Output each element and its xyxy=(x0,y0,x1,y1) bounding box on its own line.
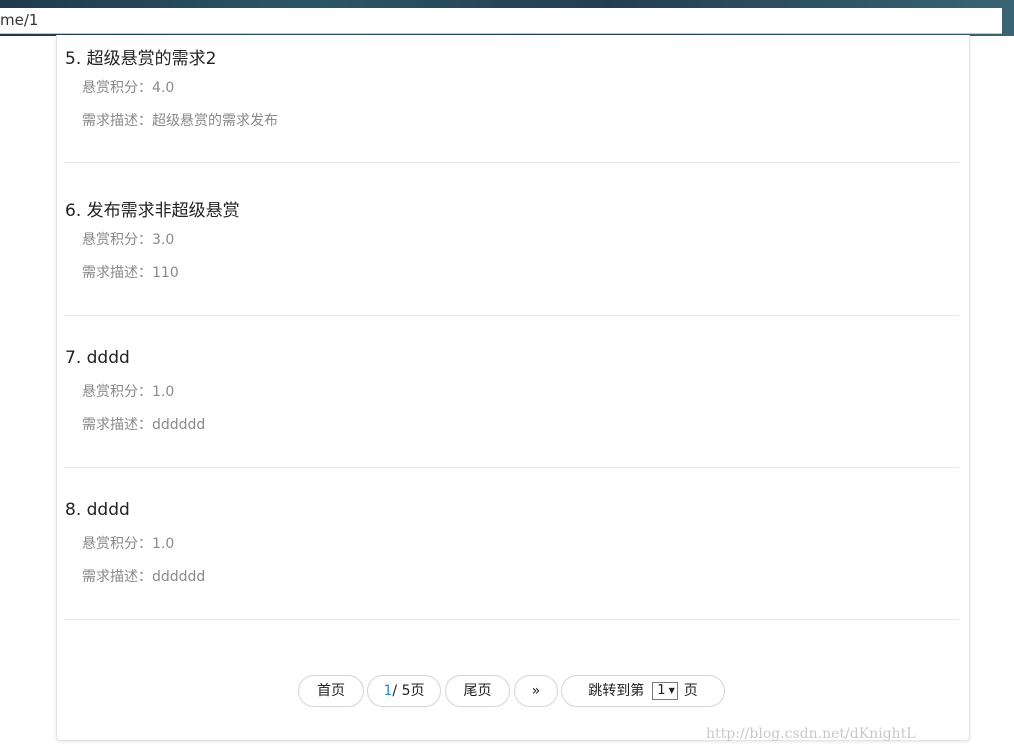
page-select-value: 1 xyxy=(657,683,666,698)
jump-suffix: 页 xyxy=(683,683,698,699)
pagination: 首页 1/ 5页 尾页 » 跳转到第 1 ▼ 页 xyxy=(0,675,1014,709)
item-title[interactable]: 6. 发布需求非超级悬赏 xyxy=(65,196,240,221)
watermark: http://blog.csdn.net/dKnightL xyxy=(706,726,916,742)
first-page-button[interactable]: 首页 xyxy=(298,675,364,707)
address-bar-url: me/1 xyxy=(0,11,39,29)
description-label: 需求描述： xyxy=(82,113,152,129)
page-indicator: 1/ 5页 xyxy=(367,675,441,707)
item-title[interactable]: 5. 超级悬赏的需求2 xyxy=(65,44,216,69)
description-value: dddddd xyxy=(152,569,206,585)
next-page-button[interactable]: » xyxy=(514,675,558,707)
item-points: 悬赏积分：4.0 xyxy=(82,77,174,97)
description-value: 超级悬赏的需求发布 xyxy=(152,113,278,129)
item-description: 需求描述：dddddd xyxy=(82,566,205,586)
item-description: 需求描述：超级悬赏的需求发布 xyxy=(82,110,278,130)
description-label: 需求描述： xyxy=(82,265,152,281)
last-page-button[interactable]: 尾页 xyxy=(445,675,510,707)
points-value: 4.0 xyxy=(152,80,175,96)
item-points: 悬赏积分：1.0 xyxy=(82,533,174,553)
item-points: 悬赏积分：1.0 xyxy=(82,381,174,401)
points-value: 1.0 xyxy=(152,384,175,400)
jump-to-page: 跳转到第 1 ▼ 页 xyxy=(561,675,725,707)
description-label: 需求描述： xyxy=(82,569,152,585)
item-description: 需求描述：dddddd xyxy=(82,414,205,434)
divider xyxy=(64,315,959,316)
address-bar[interactable]: me/1 xyxy=(0,8,1002,34)
points-value: 3.0 xyxy=(152,232,175,248)
jump-prefix: 跳转到第 xyxy=(588,683,645,699)
page-select[interactable]: 1 ▼ xyxy=(652,682,678,700)
item-title[interactable]: 8. dddd xyxy=(65,500,130,520)
item-description: 需求描述：110 xyxy=(82,262,179,282)
item-points: 悬赏积分：3.0 xyxy=(82,229,174,249)
description-value: 110 xyxy=(152,265,179,281)
divider xyxy=(64,619,959,620)
points-label: 悬赏积分： xyxy=(82,232,152,248)
divider xyxy=(64,467,959,468)
points-label: 悬赏积分： xyxy=(82,536,152,552)
item-title[interactable]: 7. dddd xyxy=(65,348,130,368)
list-item: 8. dddd 悬赏积分：1.0 需求描述：dddddd xyxy=(64,500,959,600)
points-label: 悬赏积分： xyxy=(82,80,152,96)
list-item: 5. 超级悬赏的需求2 悬赏积分：4.0 需求描述：超级悬赏的需求发布 xyxy=(64,44,959,144)
dropdown-arrow-icon: ▼ xyxy=(668,686,675,695)
points-label: 悬赏积分： xyxy=(82,384,152,400)
list-item: 6. 发布需求非超级悬赏 悬赏积分：3.0 需求描述：110 xyxy=(64,196,959,296)
points-value: 1.0 xyxy=(152,536,175,552)
description-label: 需求描述： xyxy=(82,417,152,433)
description-value: dddddd xyxy=(152,417,206,433)
divider xyxy=(64,162,959,163)
list-item: 7. dddd 悬赏积分：1.0 需求描述：dddddd xyxy=(64,348,959,448)
total-pages: / 5页 xyxy=(392,683,425,699)
